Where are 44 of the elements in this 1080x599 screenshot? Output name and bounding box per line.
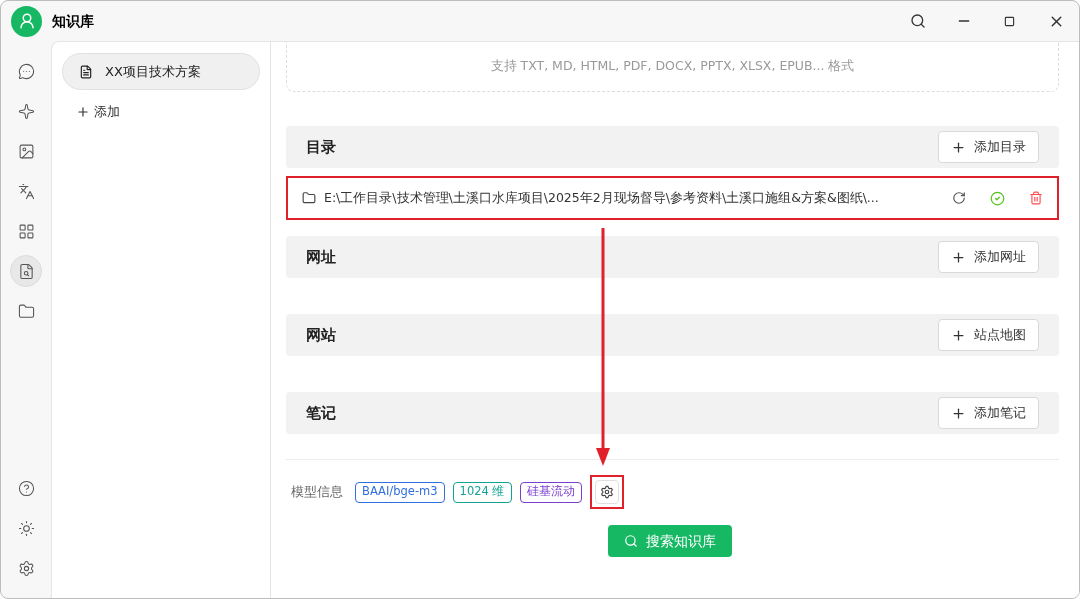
section-title: 目录 [306, 136, 336, 158]
settings-icon [17, 559, 35, 577]
add-button[interactable]: 添加网址 [938, 241, 1039, 273]
model-tag: 1024 维 [452, 481, 512, 503]
user-icon [17, 12, 36, 30]
avatar[interactable] [11, 5, 42, 37]
add-button[interactable]: 站点地图 [938, 319, 1039, 351]
section-title: 网站 [306, 324, 336, 346]
section-title: 笔记 [306, 402, 336, 424]
search-icon [623, 534, 638, 548]
image-icon [17, 142, 35, 160]
nav-button[interactable] [10, 255, 42, 287]
sparkle-icon [17, 102, 35, 120]
plus-icon [951, 249, 966, 265]
plus-icon [951, 405, 966, 421]
grid-icon [17, 222, 35, 240]
plus-icon [951, 327, 966, 343]
window-title: 知识库 [52, 11, 94, 31]
check-icon [990, 190, 1005, 206]
help-icon [17, 479, 35, 497]
folder-icon [17, 302, 35, 320]
knowledge-base-item[interactable]: XX项目技术方案 [62, 53, 260, 90]
add-button[interactable]: 添加笔记 [938, 397, 1039, 429]
model-info-label: 模型信息 [291, 483, 343, 502]
add-button[interactable]: 添加 [62, 100, 260, 124]
folder-icon [302, 191, 316, 205]
add-button[interactable]: 添加目录 [938, 131, 1039, 163]
model-tag: 硅基流动 [519, 481, 582, 503]
maximize-icon[interactable] [1004, 15, 1015, 27]
section-title: 网址 [306, 246, 336, 268]
search-icon[interactable] [910, 13, 926, 29]
sun-icon [17, 519, 35, 537]
plus-icon [951, 139, 966, 155]
delete-icon[interactable] [1029, 191, 1043, 205]
document-icon [79, 64, 93, 79]
model-tag: BAAI/bge-m3 [355, 481, 445, 503]
refresh-icon[interactable] [952, 191, 966, 205]
upload-hint: 支持 TXT, MD, HTML, PDF, DOCX, PPTX, XLSX, EPUB... 格式 [490, 57, 855, 76]
settings-icon [599, 485, 614, 499]
directory-path: E:\工作目录\技术管理\土溪口水库项目\2025年2月现场督导\参考资料\土溪口施组&方案&图纸\... [324, 188, 880, 207]
chat-icon [17, 62, 35, 80]
plus-icon [76, 105, 90, 119]
document-search-icon [17, 262, 35, 280]
translate-icon [17, 182, 35, 200]
